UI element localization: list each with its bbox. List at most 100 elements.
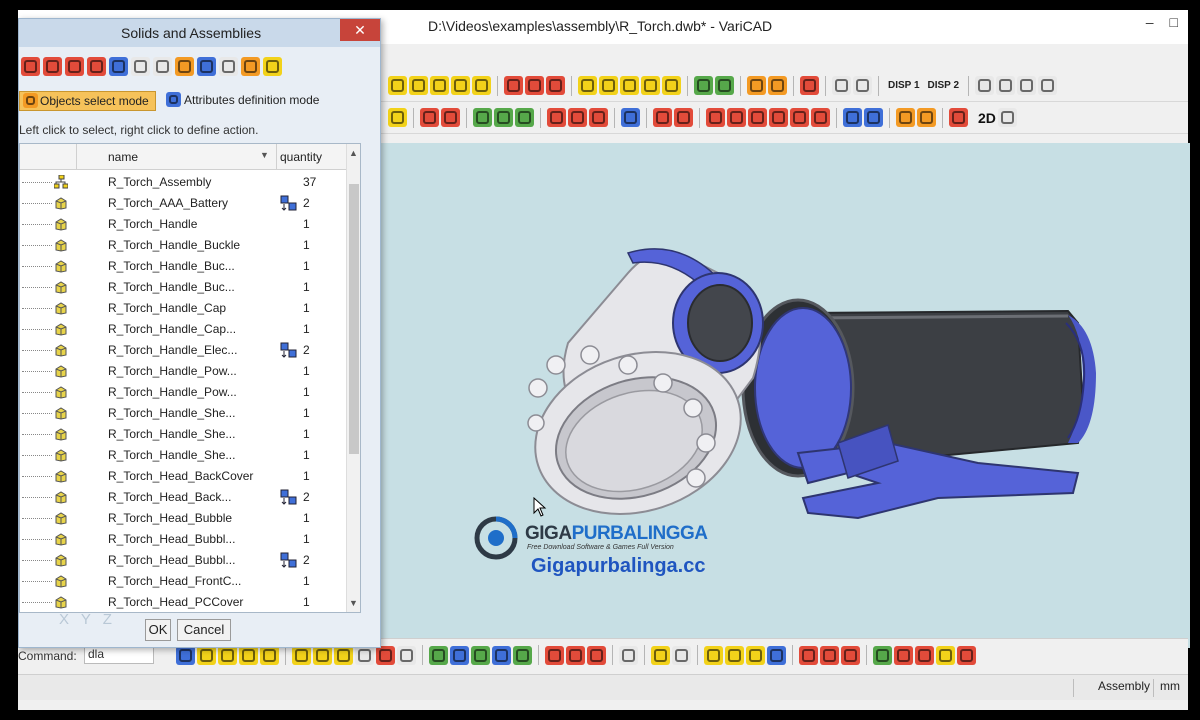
view-2d-icon[interactable] — [997, 108, 1017, 127]
list-scrollbar[interactable]: ▲ ▼ — [346, 144, 360, 612]
group-add-icon[interactable] — [799, 645, 818, 665]
list-item[interactable]: R_Torch_Handle_Cap... 1 — [20, 319, 350, 340]
edit-solid-icon[interactable] — [473, 108, 492, 127]
mirror-icon[interactable] — [748, 108, 767, 127]
list-item[interactable]: R_Torch_Handle_Elec... 2 — [20, 340, 350, 361]
boolean-intersect-icon[interactable] — [546, 76, 565, 95]
parts-add-icon[interactable] — [704, 645, 723, 665]
cancel-button[interactable]: Cancel — [177, 619, 231, 641]
zoom-icon[interactable] — [975, 76, 994, 95]
minimize-button[interactable]: – — [1146, 14, 1154, 30]
constraint-solve-icon[interactable] — [936, 645, 955, 665]
copy-icon[interactable] — [768, 76, 787, 95]
cone-icon[interactable] — [409, 76, 428, 95]
maximize-button[interactable]: □ — [1170, 14, 1178, 30]
list-item[interactable]: R_Torch_Handle_Pow... 1 — [20, 382, 350, 403]
arc-icon[interactable] — [313, 645, 332, 665]
warning-icon[interactable] — [263, 57, 282, 76]
list-item[interactable]: R_Torch_Head_Back... 2 — [20, 487, 350, 508]
check-icon[interactable] — [621, 108, 640, 127]
explode-icon[interactable] — [864, 108, 883, 127]
shell-icon[interactable] — [589, 108, 608, 127]
list-item[interactable]: R_Torch_Handle_Buc... 1 — [20, 256, 350, 277]
undo-icon[interactable] — [43, 57, 62, 76]
constraint-edit-icon[interactable] — [894, 645, 913, 665]
corner-icon[interactable] — [334, 645, 353, 665]
table-icon[interactable] — [355, 645, 374, 665]
list-item[interactable]: R_Torch_Head_Bubble 1 — [20, 508, 350, 529]
attributes-definition-mode-button[interactable]: Attributes definition mode — [164, 91, 319, 111]
refresh-icon[interactable] — [672, 645, 691, 665]
list-item[interactable]: R_Torch_Handle_She... 1 — [20, 403, 350, 424]
objects-select-mode-button[interactable]: Objects select mode — [19, 91, 156, 111]
pipe-icon[interactable] — [451, 76, 470, 95]
blend-icon[interactable] — [547, 108, 566, 127]
pyramid-icon[interactable] — [620, 76, 639, 95]
frame-icon[interactable] — [376, 645, 395, 665]
zoom-in-icon[interactable] — [1038, 76, 1057, 95]
dialog-close-button[interactable]: ✕ — [340, 19, 380, 41]
list-item[interactable]: R_Torch_Head_BackCover 1 — [20, 466, 350, 487]
constraint-icon[interactable] — [873, 645, 892, 665]
list-item[interactable]: R_Torch_AAA_Battery 2 — [20, 193, 350, 214]
list-item[interactable]: R_Torch_Head_PCCover 1 — [20, 592, 350, 612]
list-item[interactable]: R_Torch_Assembly 37 — [20, 172, 350, 193]
snap-point-icon[interactable] — [197, 645, 216, 665]
dimension-icon[interactable] — [492, 645, 511, 665]
settings-icon[interactable] — [949, 108, 968, 127]
3d-viewport[interactable]: GIGAPURBALINGGA Free Download Software &… — [378, 143, 1190, 648]
assembly-insert-icon[interactable] — [694, 76, 713, 95]
attribute-icon[interactable] — [429, 645, 448, 665]
list-item[interactable]: R_Torch_Head_Bubbl... 2 — [20, 550, 350, 571]
boolean-cut-icon[interactable] — [525, 76, 544, 95]
layers-icon[interactable] — [896, 108, 915, 127]
prism-icon[interactable] — [599, 76, 618, 95]
redo-icon[interactable] — [131, 57, 150, 76]
confirm-icon[interactable] — [153, 57, 172, 76]
constraint-remove-icon[interactable] — [957, 645, 976, 665]
query-icon[interactable] — [653, 108, 672, 127]
zoom-out-icon[interactable] — [996, 76, 1015, 95]
column-name-header[interactable]: name — [108, 150, 138, 164]
border-icon[interactable] — [397, 645, 416, 665]
disp1-button[interactable]: DISP 1 — [885, 80, 923, 91]
list-item[interactable]: R_Torch_Handle 1 — [20, 214, 350, 235]
rotate-view-icon[interactable] — [109, 57, 128, 76]
list-item[interactable]: R_Torch_Head_Bubbl... 1 — [20, 529, 350, 550]
bom-export-icon[interactable] — [587, 645, 606, 665]
list-item[interactable]: R_Torch_Handle_She... 1 — [20, 445, 350, 466]
list-item[interactable]: R_Torch_Handle_Cap 1 — [20, 298, 350, 319]
info-icon[interactable] — [811, 108, 830, 127]
disp2-button[interactable]: DISP 2 — [925, 80, 963, 91]
rotate-icon[interactable] — [727, 108, 746, 127]
parts-check-icon[interactable] — [767, 645, 786, 665]
assembly-parts-list[interactable]: name ▼ quantity R_Torch_Assembly 37 R_Torc… — [19, 143, 361, 613]
group-edit-icon[interactable] — [820, 645, 839, 665]
grid-view-icon[interactable] — [219, 57, 238, 76]
drum-icon[interactable] — [388, 108, 407, 127]
column-quantity-header[interactable]: quantity — [280, 150, 322, 164]
groups-icon[interactable] — [917, 108, 936, 127]
list-item[interactable]: R_Torch_Handle_Buc... 1 — [20, 277, 350, 298]
ok-button[interactable]: OK — [145, 619, 171, 641]
sphere-icon[interactable] — [578, 76, 597, 95]
cylinder-icon[interactable] — [388, 76, 407, 95]
select-solid-icon[interactable] — [21, 57, 40, 76]
list-item[interactable]: R_Torch_Handle_Buckle 1 — [20, 235, 350, 256]
pan-left-icon[interactable] — [1017, 76, 1036, 95]
list-item[interactable]: R_Torch_Handle_She... 1 — [20, 424, 350, 445]
loft-icon[interactable] — [662, 76, 681, 95]
line-icon[interactable] — [292, 645, 311, 665]
bom-edit-icon[interactable] — [566, 645, 585, 665]
measure-icon[interactable] — [674, 108, 693, 127]
highlight-icon[interactable] — [175, 57, 194, 76]
hole-icon[interactable] — [420, 108, 439, 127]
scroll-down-icon[interactable]: ▼ — [349, 598, 358, 608]
parts-edit-icon[interactable] — [725, 645, 744, 665]
link-icon[interactable] — [471, 645, 490, 665]
torus-icon[interactable] — [472, 76, 491, 95]
tree-icon[interactable] — [450, 645, 469, 665]
collapse-icon[interactable] — [197, 57, 216, 76]
elbow-icon[interactable] — [430, 76, 449, 95]
pencil-icon[interactable] — [260, 645, 279, 665]
